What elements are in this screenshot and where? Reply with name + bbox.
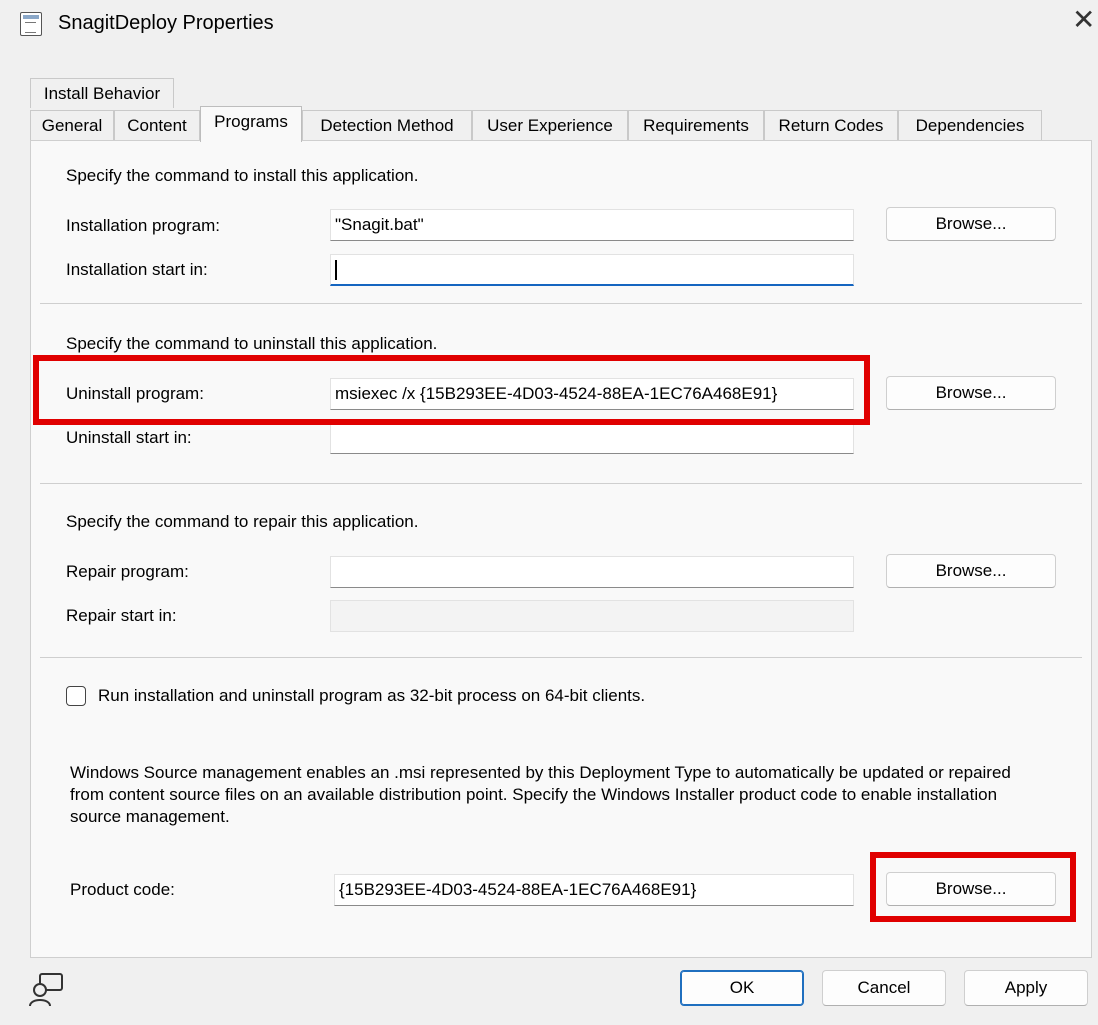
installation-program-input[interactable]: "Snagit.bat" <box>330 209 854 241</box>
install-browse-button[interactable]: Browse... <box>886 207 1056 241</box>
uninstall-start-in-label: Uninstall start in: <box>66 428 192 447</box>
uninstall-highlight-box <box>33 355 870 425</box>
installation-program-label: Installation program: <box>66 216 221 235</box>
close-icon[interactable]: ✕ <box>1072 6 1095 34</box>
installation-start-in-label: Installation start in: <box>66 260 208 279</box>
tab-dependencies[interactable]: Dependencies <box>898 110 1042 140</box>
product-code-browse-highlight-box <box>870 852 1076 922</box>
repair-program-input[interactable] <box>330 556 854 588</box>
user-feedback-icon[interactable] <box>26 970 70 1010</box>
tab-requirements[interactable]: Requirements <box>628 110 764 140</box>
repair-heading: Specify the command to repair this appli… <box>66 512 419 531</box>
source-management-description: Windows Source management enables an .ms… <box>70 763 1011 826</box>
repair-browse-button[interactable]: Browse... <box>886 554 1056 588</box>
repair-start-in-input <box>330 600 854 632</box>
apply-button[interactable]: Apply <box>964 970 1088 1006</box>
tab-programs[interactable]: Programs <box>200 106 302 142</box>
separator <box>40 303 1082 304</box>
text-caret <box>335 260 337 280</box>
tab-return-codes[interactable]: Return Codes <box>764 110 898 140</box>
repair-program-label: Repair program: <box>66 562 189 581</box>
tab-user-experience[interactable]: User Experience <box>472 110 628 140</box>
run-32bit-label: Run installation and uninstall program a… <box>98 686 646 705</box>
separator <box>40 657 1082 658</box>
tab-general[interactable]: General <box>30 110 114 140</box>
install-heading: Specify the command to install this appl… <box>66 166 419 185</box>
run-32bit-checkbox[interactable] <box>66 686 86 706</box>
ok-button[interactable]: OK <box>680 970 804 1006</box>
product-code-label: Product code: <box>70 880 175 899</box>
cancel-button[interactable]: Cancel <box>822 970 946 1006</box>
tab-install-behavior[interactable]: Install Behavior <box>30 78 174 108</box>
tab-content[interactable]: Content <box>114 110 200 140</box>
window-app-icon <box>20 12 42 36</box>
product-code-input[interactable]: {15B293EE-4D03-4524-88EA-1EC76A468E91} <box>334 874 854 906</box>
uninstall-start-in-input[interactable] <box>330 422 854 454</box>
uninstall-heading: Specify the command to uninstall this ap… <box>66 334 438 353</box>
window-title: SnagitDeploy Properties <box>58 12 274 34</box>
tab-detection-method[interactable]: Detection Method <box>302 110 472 140</box>
repair-start-in-label: Repair start in: <box>66 606 177 625</box>
installation-start-in-input[interactable] <box>330 254 854 286</box>
separator <box>40 483 1082 484</box>
uninstall-browse-button[interactable]: Browse... <box>886 376 1056 410</box>
